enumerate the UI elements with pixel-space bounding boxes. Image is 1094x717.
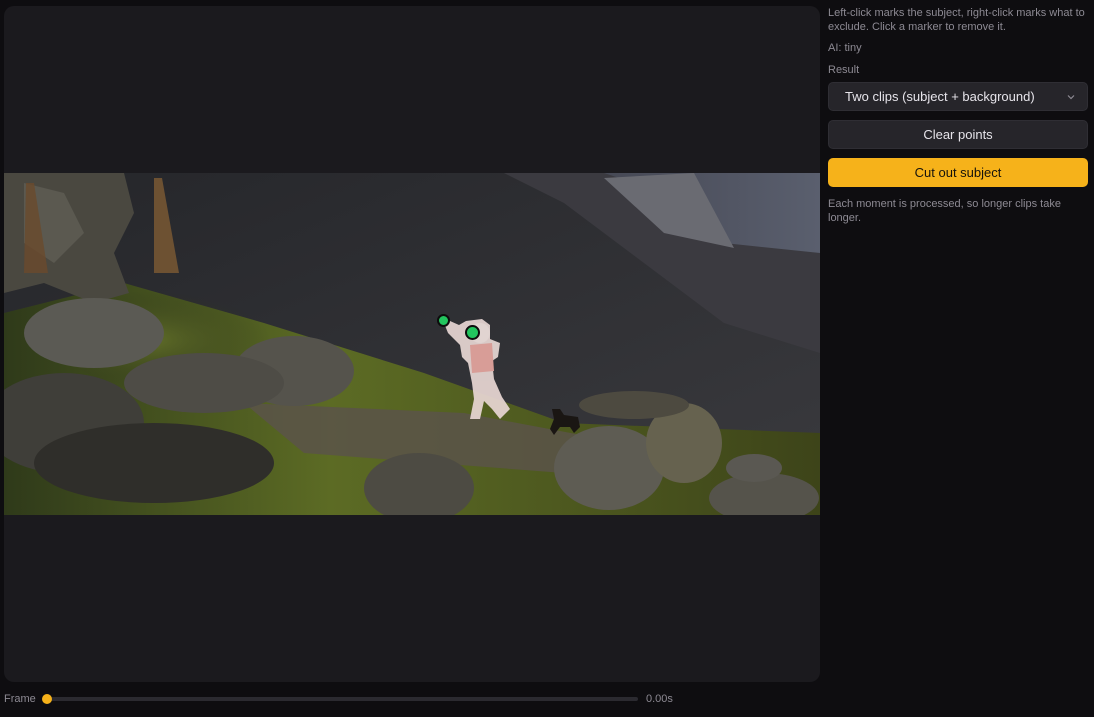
scene-image	[4, 173, 820, 515]
result-select[interactable]: Two clips (subject + background)	[828, 82, 1088, 111]
frame-slider[interactable]	[42, 694, 638, 704]
cut-out-subject-button[interactable]: Cut out subject	[828, 158, 1088, 187]
processing-note: Each moment is processed, so longer clip…	[828, 198, 1061, 224]
video-viewer	[4, 6, 820, 682]
chevron-down-icon	[1065, 91, 1077, 103]
help-text: Left-click marks the subject, right-clic…	[828, 7, 1085, 33]
frame-time: 0.00s	[646, 693, 673, 705]
frame-slider-thumb[interactable]	[42, 694, 52, 704]
sidebar: Left-click marks the subject, right-clic…	[828, 0, 1088, 225]
subject-marker[interactable]	[437, 314, 450, 327]
video-frame[interactable]	[4, 173, 820, 515]
ai-model-label: AI: tiny	[828, 42, 862, 54]
clear-points-button[interactable]: Clear points	[828, 120, 1088, 149]
subject-marker[interactable]	[465, 325, 480, 340]
frame-label: Frame	[4, 693, 36, 705]
app: Left-click marks the subject, right-clic…	[0, 0, 1094, 717]
timeline: Frame 0.00s	[4, 690, 704, 708]
result-label: Result	[828, 64, 860, 76]
result-select-value: Two clips (subject + background)	[845, 89, 1035, 104]
